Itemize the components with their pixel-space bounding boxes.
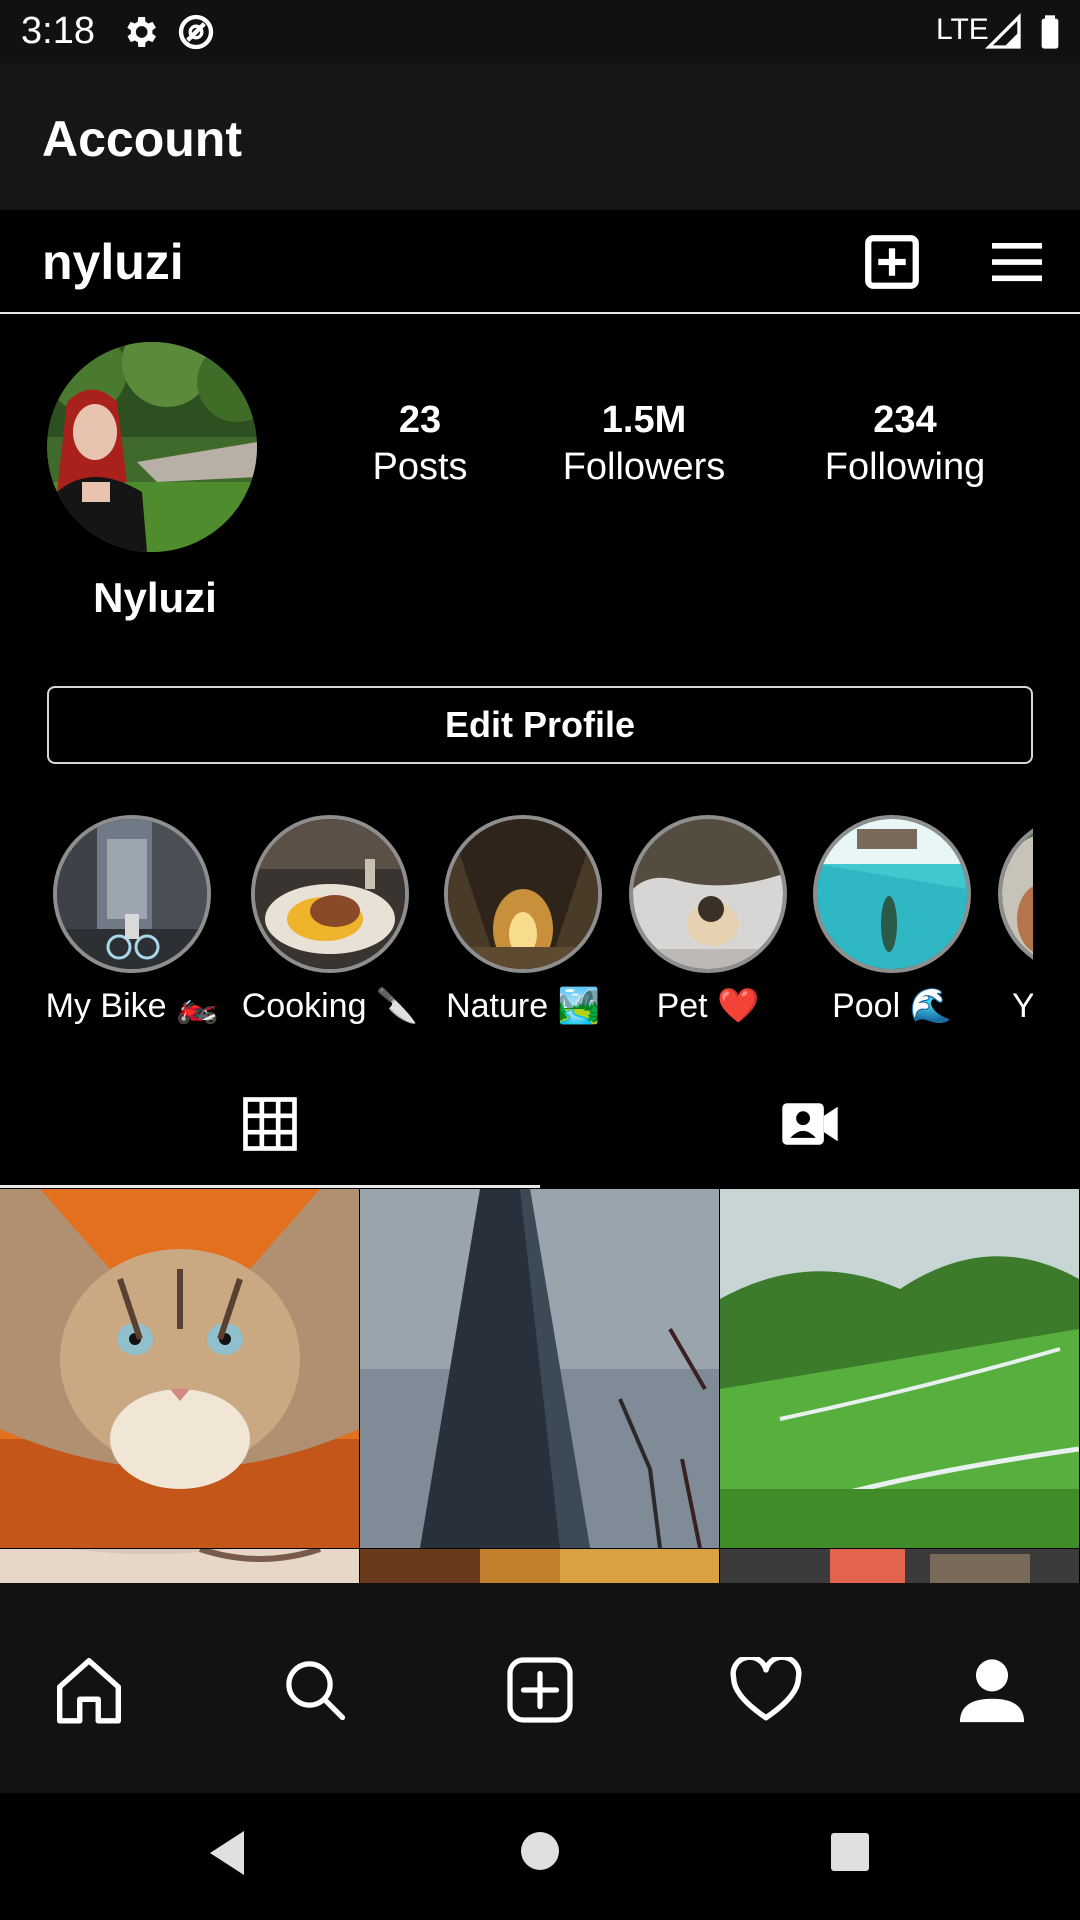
tab-tagged-videos[interactable] (540, 1060, 1080, 1188)
battery-icon (1041, 15, 1059, 49)
post-thumbnail[interactable] (360, 1189, 719, 1548)
profile-name: Nyluzi (93, 574, 217, 621)
nav-add[interactable] (495, 1645, 585, 1735)
highlight-thumbnail (998, 815, 1033, 973)
search-icon (286, 1661, 346, 1721)
stat-label: Followers (562, 446, 726, 488)
status-bar: 3:18 LTE (0, 0, 1080, 63)
nav-search[interactable] (270, 1645, 360, 1735)
highlight-thumbnail (629, 815, 787, 973)
add-post-icon[interactable] (862, 232, 922, 292)
post-thumbnail[interactable] (0, 1189, 359, 1548)
page-title: Account (42, 111, 242, 167)
highlight-item[interactable]: My Bike 🏍️ (37, 815, 227, 1027)
stat-label: Posts (372, 446, 468, 488)
post-thumbnail[interactable] (360, 1549, 719, 1583)
highlight-thumbnail (444, 815, 602, 973)
highlight-label: Pet ❤️ (656, 987, 760, 1025)
avatar-image (47, 342, 257, 552)
heart-icon (730, 1657, 802, 1721)
back-icon[interactable] (204, 1827, 252, 1879)
avatar[interactable] (47, 342, 257, 552)
menu-icon[interactable] (987, 232, 1047, 292)
system-navigation-bar (0, 1793, 1080, 1920)
recents-icon[interactable] (830, 1832, 870, 1872)
highlight-label: Nature 🏞️ (446, 987, 600, 1025)
signal-icon (984, 12, 1021, 49)
stat-value: 1.5M (601, 399, 687, 441)
stat-label: Following (824, 446, 986, 488)
highlight-thumbnail (813, 815, 971, 973)
nav-home[interactable] (44, 1645, 134, 1735)
highlight-thumbnail (251, 815, 409, 973)
highlight-thumbnail (53, 815, 211, 973)
highlight-item[interactable]: Nature 🏞️ (428, 815, 618, 1027)
post-thumbnail[interactable] (720, 1189, 1079, 1548)
stat-followers[interactable]: 1.5M Followers (548, 397, 740, 491)
highlight-label: Cooking 🔪 (241, 987, 419, 1025)
bottom-navigation (0, 1583, 1080, 1793)
home-circle-icon[interactable] (520, 1831, 560, 1871)
highlight-label: My Bike 🏍️ (45, 987, 219, 1025)
data-saver-icon (178, 14, 214, 50)
username: nyluzi (42, 234, 184, 290)
network-label: LTE (936, 13, 989, 46)
edit-profile-button[interactable]: Edit Profile (47, 686, 1033, 764)
home-icon (57, 1658, 121, 1724)
stat-following[interactable]: 234 Following (810, 397, 1000, 491)
settings-icon (127, 17, 156, 47)
tab-posts-grid[interactable] (0, 1060, 540, 1188)
story-highlights: My Bike 🏍️ Cooking 🔪 Nature 🏞️ Pet ❤️ Po… (0, 815, 1033, 1030)
highlight-item[interactable]: Pet ❤️ (613, 815, 803, 1027)
highlight-label: Pool 🌊 (832, 987, 952, 1025)
profile-header: nyluzi (0, 210, 1080, 314)
content-tabs (0, 1060, 1080, 1188)
tagged-video-icon (782, 1103, 838, 1145)
post-thumbnail[interactable] (720, 1549, 1079, 1583)
status-time: 3:18 (21, 10, 95, 52)
highlight-item[interactable]: Cooking 🔪 (235, 815, 425, 1027)
nav-profile[interactable] (947, 1645, 1037, 1735)
posts-grid (0, 1189, 1080, 1583)
highlight-item[interactable]: Pool 🌊 (797, 815, 987, 1027)
grid-icon (243, 1097, 297, 1151)
highlight-item[interactable]: Y (982, 815, 1033, 1027)
add-icon (507, 1657, 573, 1723)
nav-activity[interactable] (721, 1645, 811, 1735)
active-tab-indicator (0, 1185, 540, 1188)
highlight-label: Y (1012, 987, 1033, 1025)
stat-value: 23 (398, 399, 442, 441)
app-bar: Account (0, 63, 1080, 210)
stat-value: 234 (873, 399, 937, 441)
post-thumbnail[interactable] (0, 1549, 359, 1583)
stat-posts[interactable]: 23 Posts (360, 397, 480, 491)
profile-icon (959, 1659, 1025, 1723)
